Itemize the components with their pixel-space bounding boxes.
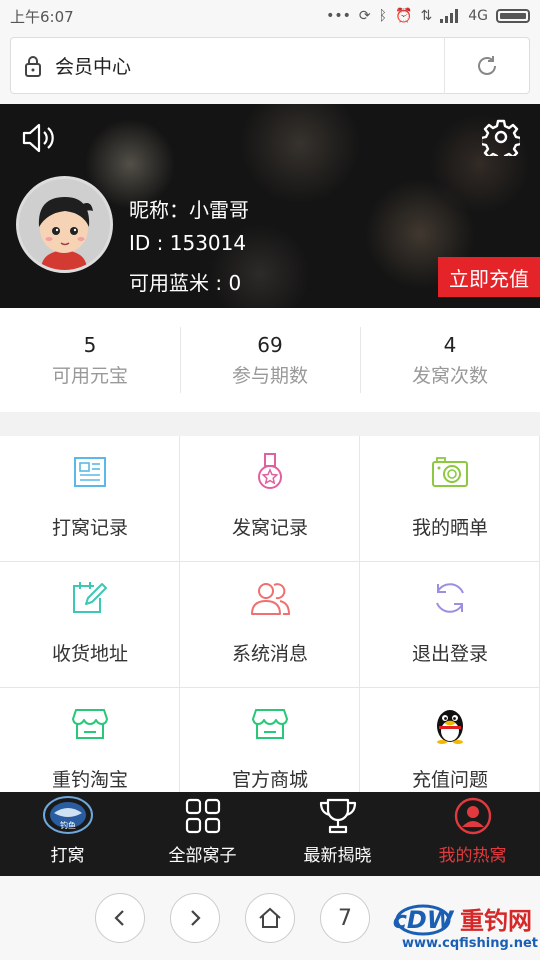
blue-rice-balance: 可用蓝米 : 0: [129, 271, 242, 295]
status-icons: ••• ⟳ ᛒ ⏰ ⇅ 4G: [326, 8, 530, 24]
speaker-button[interactable]: [20, 120, 56, 156]
menu-label: 打窝记录: [51, 517, 128, 539]
svg-text:重钓网: 重钓网: [460, 907, 532, 935]
menu-item-nest-records[interactable]: 打窝记录: [0, 436, 180, 562]
tab-all-nests[interactable]: 全部窝子: [135, 792, 270, 876]
svg-text:钓鱼: 钓鱼: [60, 820, 76, 830]
qq-penguin-icon: [437, 710, 463, 744]
shop-icon: [72, 709, 108, 739]
stat-label: 发窝次数: [411, 364, 488, 387]
refresh-icon: [436, 583, 464, 613]
data-arrows-icon: ⇅: [420, 8, 433, 24]
menu-label: 退出登录: [411, 643, 488, 665]
speaker-icon: [22, 123, 54, 153]
avatar[interactable]: [16, 176, 113, 273]
recharge-button[interactable]: 立即充值: [438, 257, 540, 297]
menu-label: 收货地址: [51, 643, 128, 665]
menu-label: 官方商城: [231, 769, 308, 791]
menu-item-official-store[interactable]: 官方商城: [180, 688, 360, 792]
status-time: 上午6:07: [10, 7, 74, 26]
address-bar[interactable]: 会员中心: [10, 37, 530, 94]
grid-icon: [185, 798, 220, 834]
trophy-icon: [319, 798, 356, 834]
tab-my-nests[interactable]: 我的热窝: [405, 792, 540, 876]
settings-button[interactable]: [479, 118, 523, 163]
users-icon: [251, 583, 290, 615]
lock-icon: [11, 55, 55, 77]
stat-value: 5: [83, 332, 97, 357]
home-button[interactable]: [245, 893, 295, 943]
menu-label: 发窝记录: [231, 517, 308, 539]
menu-label: 我的晒单: [411, 517, 488, 539]
gear-icon: [479, 119, 523, 163]
alarm-icon: ⏰: [395, 8, 413, 24]
tab-label: 全部窝子: [168, 846, 237, 866]
signal-icon: [440, 9, 459, 23]
sync-icon: ⟳: [358, 8, 371, 24]
stat-value: 4: [443, 332, 457, 357]
document-icon: [74, 457, 106, 487]
reload-button[interactable]: [445, 54, 529, 78]
logo-icon: 钓鱼: [42, 796, 93, 834]
bluetooth-icon: ᛒ: [378, 8, 388, 24]
stat-ingots[interactable]: 5 可用元宝: [0, 327, 180, 393]
menu-item-post-records[interactable]: 发窝记录: [180, 436, 360, 562]
menu-item-taobao-shop[interactable]: 重钓淘宝: [0, 688, 180, 792]
menu-label: 充值问题: [411, 769, 488, 791]
bottom-tab-bar: 钓鱼 打窝 全部窝子 最新揭晓 我的热窝: [0, 792, 540, 876]
nickname: 昵称：小雷哥: [129, 198, 249, 222]
tab-latest-results[interactable]: 最新揭晓: [270, 792, 405, 876]
menu-item-system-messages[interactable]: 系统消息: [180, 562, 360, 688]
page-title: 会员中心: [55, 56, 132, 78]
tab-nest[interactable]: 钓鱼 打窝: [0, 792, 135, 876]
menu-grid: 打窝记录 发窝记录 我的晒单 收货地址 系统消息 退出登录 重钓淘宝 官方商城 …: [0, 436, 540, 792]
more-dots-icon: •••: [326, 8, 351, 24]
svg-text:cDW: cDW: [393, 906, 455, 934]
battery-icon: [496, 9, 530, 23]
network-type: 4G: [468, 8, 488, 24]
camera-icon: [432, 457, 468, 487]
menu-item-my-showcase[interactable]: 我的晒单: [360, 436, 540, 562]
tabs-button[interactable]: 7: [320, 893, 370, 943]
user-id: ID : 153014: [129, 231, 247, 255]
status-bar: 上午6:07 ••• ⟳ ᛒ ⏰ ⇅ 4G: [0, 0, 540, 32]
menu-item-recharge-help[interactable]: 充值问题: [360, 688, 540, 792]
menu-label: 系统消息: [231, 643, 308, 665]
profile-header: 昵称：小雷哥 ID : 153014 可用蓝米 : 0 立即充值: [0, 104, 540, 308]
watermark-url: www.cqfishing.net: [402, 936, 539, 951]
stats-row: 5 可用元宝 69 参与期数 4 发窝次数: [0, 308, 540, 412]
shop-icon: [252, 709, 288, 739]
menu-item-logout[interactable]: 退出登录: [360, 562, 540, 688]
tab-label: 我的热窝: [438, 846, 507, 866]
chevron-right-icon: [191, 910, 201, 926]
tab-label: 最新揭晓: [303, 846, 372, 866]
user-icon: [454, 797, 491, 835]
menu-item-shipping-address[interactable]: 收货地址: [0, 562, 180, 688]
browser-address-area: 会员中心: [0, 32, 540, 104]
home-icon: [259, 907, 281, 928]
menu-label: 重钓淘宝: [51, 769, 128, 791]
stat-posts[interactable]: 4 发窝次数: [360, 327, 540, 393]
back-button[interactable]: [95, 893, 145, 943]
medal-icon: [258, 453, 282, 489]
stat-label: 可用元宝: [51, 364, 128, 387]
stat-label: 参与期数: [231, 364, 308, 387]
reload-icon: [478, 55, 496, 75]
chevron-left-icon: [114, 910, 124, 926]
tab-label: 打窝: [50, 846, 85, 866]
stat-value: 69: [257, 332, 283, 357]
forward-button[interactable]: [170, 893, 220, 943]
edit-calendar-icon: [73, 582, 107, 613]
cartoon-avatar-icon: [19, 179, 110, 270]
stat-periods[interactable]: 69 参与期数: [180, 327, 360, 393]
